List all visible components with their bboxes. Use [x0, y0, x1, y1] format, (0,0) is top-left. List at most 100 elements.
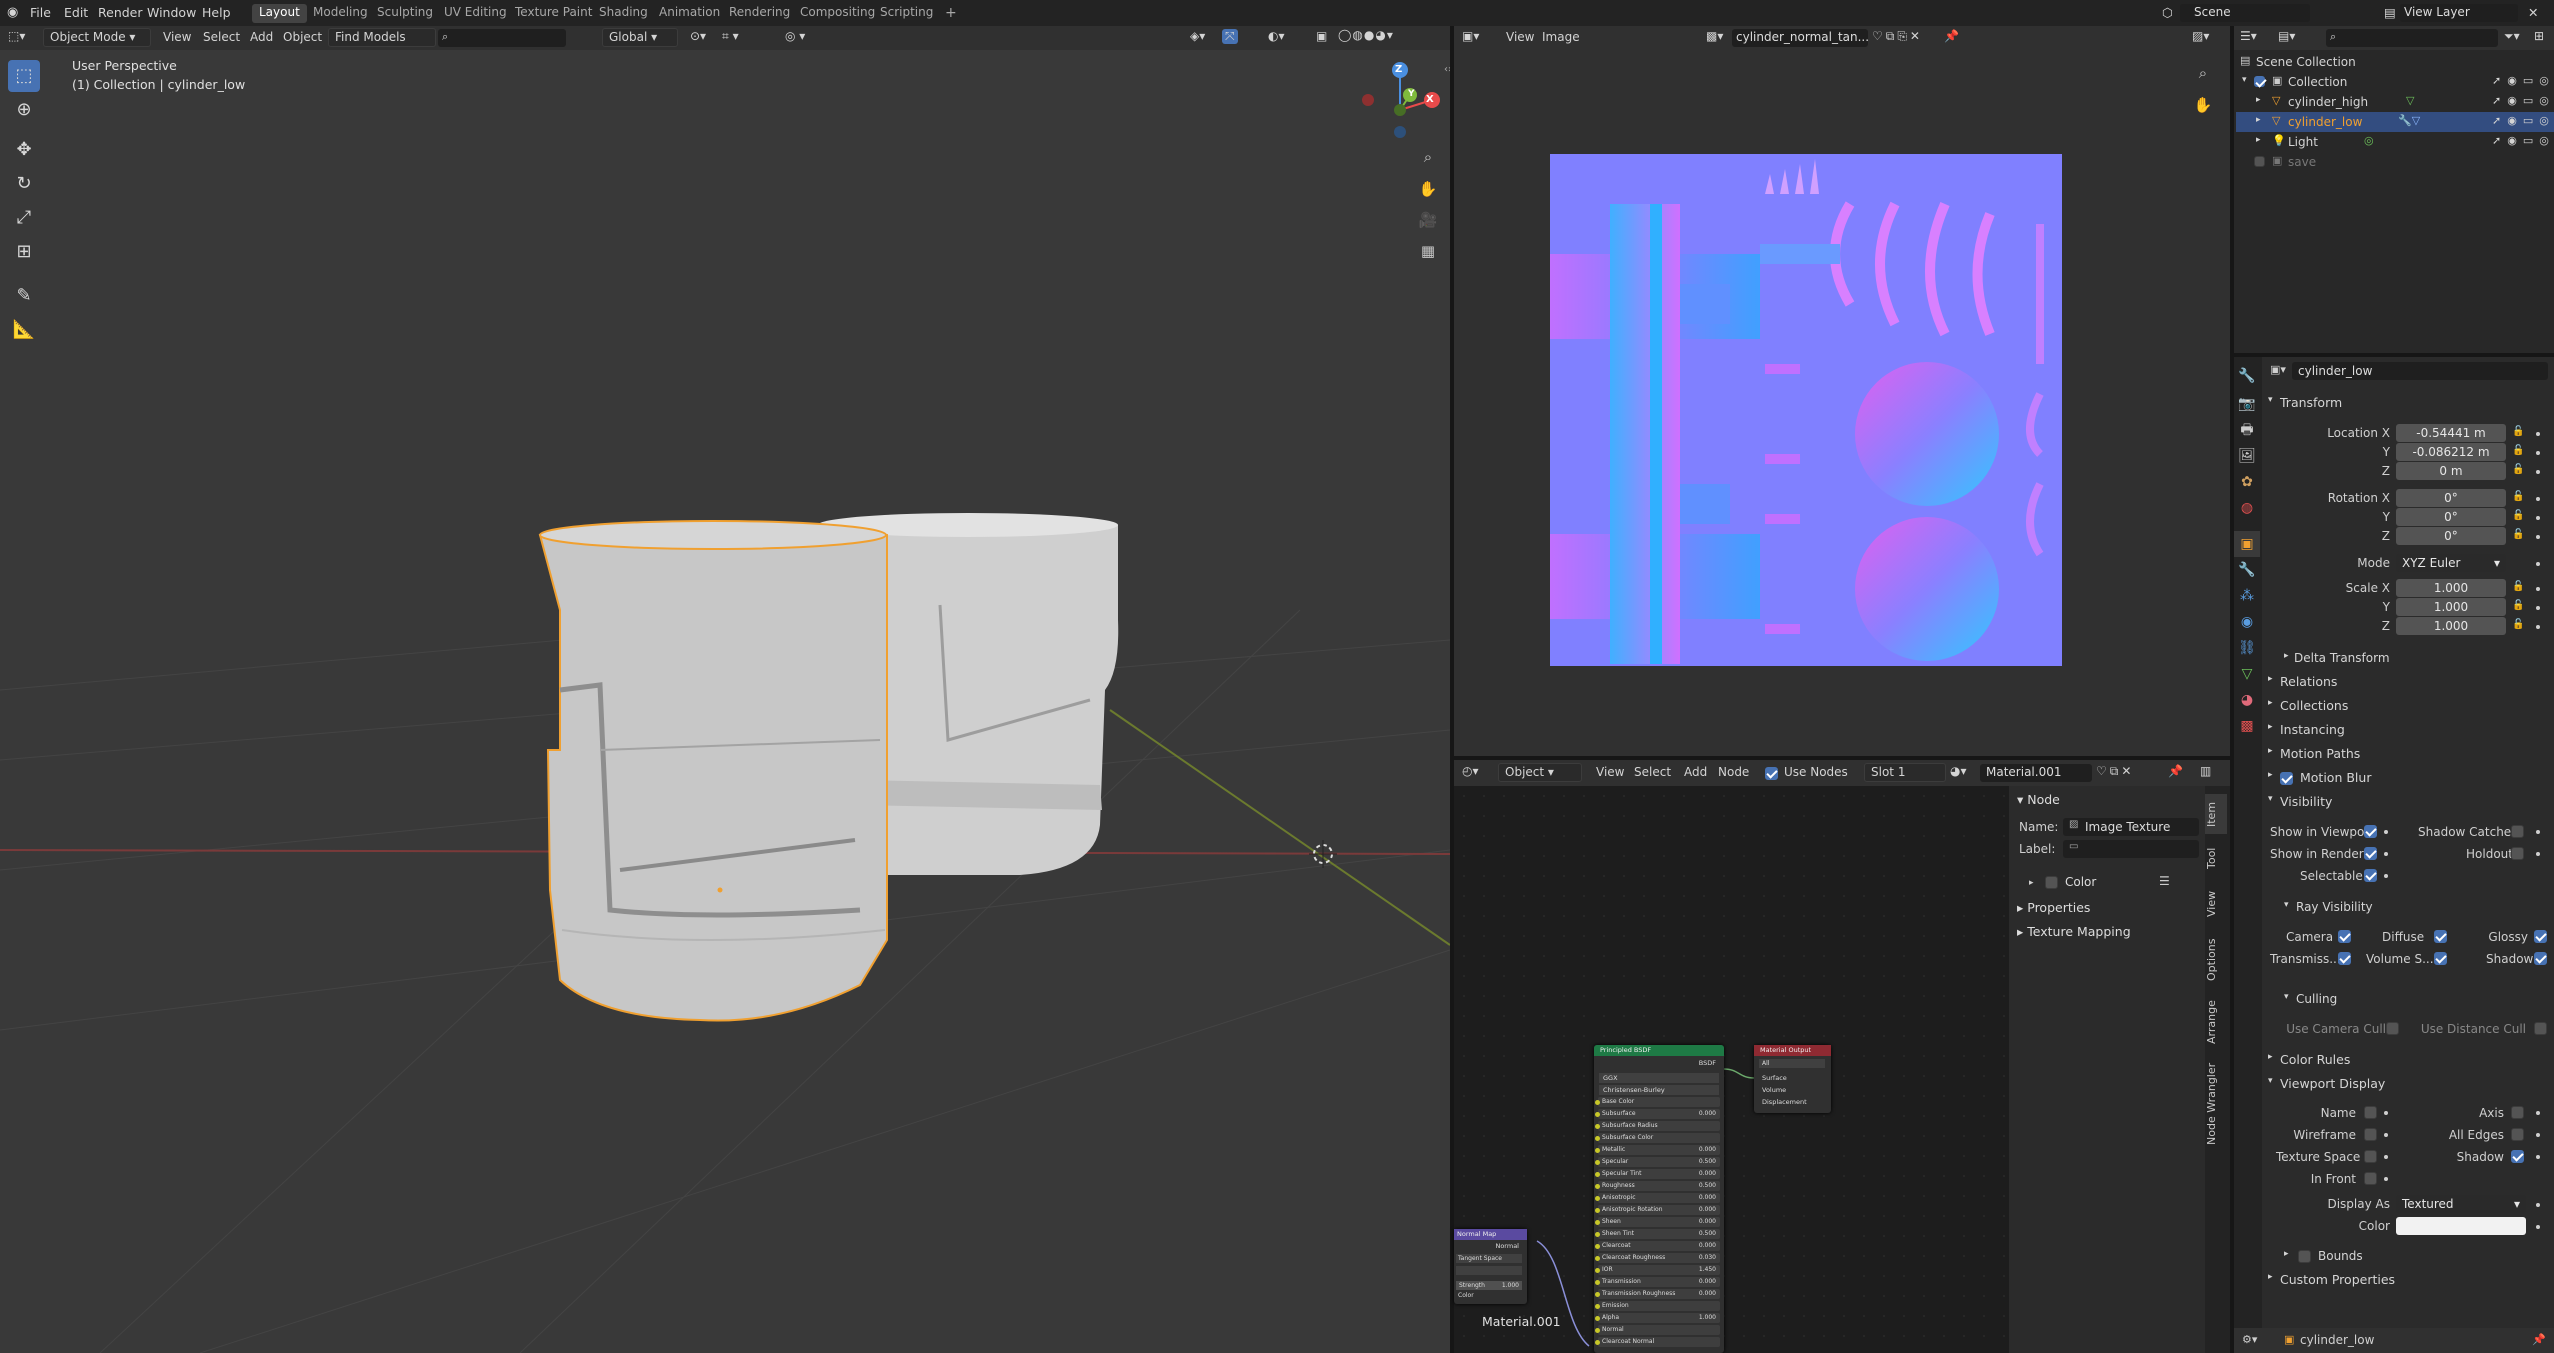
- texture-tab-icon[interactable]: ▩: [2234, 713, 2260, 739]
- world-tab-icon[interactable]: ◍: [2234, 495, 2260, 521]
- node-panel-header[interactable]: ▾ Node: [2017, 792, 2060, 807]
- select-box-tool[interactable]: ⬚: [8, 60, 40, 92]
- slot-dropdown[interactable]: Slot 1: [1864, 763, 1946, 782]
- cylinder-high-visibility-icons[interactable]: ➚◉▭◎: [2492, 94, 2554, 107]
- vtab-arrange[interactable]: Arrange: [2205, 994, 2227, 1050]
- bsdf-input-row[interactable]: Transmission 0.000: [1595, 1277, 1720, 1287]
- node-menu-add[interactable]: Add: [1684, 765, 1707, 779]
- outliner-scene-collection[interactable]: ▤ Scene Collection: [2236, 52, 2554, 72]
- filter-icon[interactable]: ⏷▾: [2504, 29, 2520, 44]
- distance-cull-checkbox[interactable]: [2534, 1022, 2547, 1035]
- socket-icon[interactable]: [1595, 1184, 1600, 1189]
- rotation-y-field[interactable]: 0°: [2396, 508, 2506, 526]
- keyframe-dot-icon[interactable]: [2536, 852, 2540, 856]
- cursor-tool[interactable]: ⊕: [8, 94, 40, 126]
- material-actions-icon[interactable]: ♡⧉✕: [2096, 764, 2134, 779]
- pin-icon[interactable]: 📌: [1944, 29, 1959, 43]
- visibility-section-header[interactable]: ▾ Visibility: [2262, 791, 2554, 813]
- menu-help[interactable]: Help: [202, 5, 231, 20]
- overlays-icon[interactable]: ◐▾: [1268, 29, 1285, 43]
- socket-icon[interactable]: [1595, 1100, 1600, 1105]
- lock-scale-z-icon[interactable]: 🔓: [2512, 619, 2524, 630]
- keyframe-dot-icon[interactable]: [2384, 852, 2388, 856]
- location-x-field[interactable]: -0.54441 m: [2396, 424, 2506, 442]
- light-visibility-icons[interactable]: ➚◉▭◎: [2492, 134, 2554, 147]
- keyframe-dot-icon[interactable]: [2536, 497, 2540, 501]
- bsdf-input-row[interactable]: Clearcoat Normal: [1595, 1337, 1720, 1347]
- keyframe-dot-icon[interactable]: [2384, 1111, 2388, 1115]
- object-tab-icon[interactable]: ▣: [2234, 531, 2260, 557]
- material-tab-icon[interactable]: ◕: [2234, 687, 2260, 713]
- bsdf-input-row[interactable]: Roughness 0.500: [1595, 1181, 1720, 1191]
- socket-icon[interactable]: [1595, 1304, 1600, 1309]
- wireframe-checkbox[interactable]: [2364, 1128, 2377, 1141]
- keyframe-dot-icon[interactable]: [2536, 535, 2540, 539]
- viewport-menu-select[interactable]: Select: [203, 30, 240, 44]
- menu-file[interactable]: File: [30, 5, 51, 20]
- socket-icon[interactable]: [1595, 1328, 1600, 1333]
- bsdf-input-row[interactable]: Metallic 0.000: [1595, 1145, 1720, 1155]
- bsdf-input-row[interactable]: Subsurface Radius: [1595, 1121, 1720, 1131]
- camera-checkbox[interactable]: [2338, 930, 2351, 943]
- viewport-menu-add[interactable]: Add: [250, 30, 273, 44]
- keyframe-dot-icon[interactable]: [2384, 874, 2388, 878]
- normal-map-node[interactable]: Normal Map Normal Tangent Space Strength…: [1454, 1229, 1527, 1304]
- keyframe-dot-icon[interactable]: [2536, 625, 2540, 629]
- physics-tab-icon[interactable]: ◉: [2234, 609, 2260, 635]
- use-nodes-checkbox[interactable]: [1765, 767, 1778, 780]
- keyframe-dot-icon[interactable]: [2384, 1177, 2388, 1181]
- scene-selector[interactable]: Scene: [2180, 4, 2310, 22]
- zoom-icon[interactable]: ⌕: [1413, 142, 1443, 172]
- transform-section-header[interactable]: ▾ Transform: [2262, 392, 2554, 414]
- rotate-tool[interactable]: ↻: [8, 168, 40, 200]
- bsdf-input-row[interactable]: Subsurface Color: [1595, 1133, 1720, 1143]
- bsdf-input-row[interactable]: Normal: [1595, 1325, 1720, 1335]
- node-editor-type-icon[interactable]: ◴▾: [1462, 764, 1479, 778]
- collection-expand-icon[interactable]: ▾: [2242, 75, 2247, 85]
- xray-icon[interactable]: ▣: [1316, 29, 1327, 43]
- lock-rotation-x-icon[interactable]: 🔓: [2512, 491, 2524, 502]
- proportional-edit-icon[interactable]: ◎ ▾: [785, 29, 805, 43]
- object-name-field[interactable]: cylinder_low: [2292, 362, 2548, 380]
- cylinder-low-expand-icon[interactable]: ▸: [2256, 115, 2261, 125]
- glossy-checkbox[interactable]: [2534, 930, 2547, 943]
- bounds-header[interactable]: ▸ Bounds: [2262, 1245, 2554, 1267]
- outliner-item-light[interactable]: ▸ 💡 Light ◎ ➚◉▭◎: [2236, 132, 2554, 152]
- image-zoom-icon[interactable]: ⌕: [2188, 58, 2218, 88]
- socket-icon[interactable]: [1595, 1220, 1600, 1225]
- new-collection-icon[interactable]: ⊞: [2534, 29, 2544, 43]
- image-editor-canvas[interactable]: ⌕ ✋: [1454, 50, 2230, 756]
- bounds-checkbox[interactable]: [2298, 1250, 2311, 1263]
- cylinder-low-visibility-icons[interactable]: ➚◉▭◎: [2492, 114, 2554, 127]
- node-name-field[interactable]: ▨ Image Texture: [2063, 818, 2199, 836]
- image-editor-type-icon[interactable]: ▣▾: [1462, 29, 1479, 43]
- normal-node-uv[interactable]: [1456, 1266, 1522, 1275]
- tab-layout[interactable]: Layout: [252, 4, 307, 23]
- bsdf-input-row[interactable]: Transmission Roughness 0.000: [1595, 1289, 1720, 1299]
- holdout-checkbox[interactable]: [2511, 847, 2524, 860]
- bsdf-distribution[interactable]: GGX: [1599, 1073, 1719, 1083]
- socket-icon[interactable]: [1595, 1112, 1600, 1117]
- image-pan-icon[interactable]: ✋: [2188, 90, 2218, 120]
- bsdf-input-row[interactable]: Alpha 1.000: [1595, 1313, 1720, 1323]
- custom-properties-section-header[interactable]: ▸ Custom Properties: [2262, 1269, 2554, 1291]
- bsdf-input-row[interactable]: Sheen 0.000: [1595, 1217, 1720, 1227]
- color-expand-icon[interactable]: ▸: [2029, 878, 2034, 888]
- principled-bsdf-node[interactable]: Principled BSDF BSDF GGX Christensen-Bur…: [1594, 1045, 1724, 1353]
- output-target[interactable]: All: [1759, 1059, 1825, 1068]
- color-rules-section-header[interactable]: ▸ Color Rules: [2262, 1049, 2554, 1071]
- outliner-item-save[interactable]: ▣ save: [2236, 152, 2554, 172]
- color-checkbox[interactable]: [2045, 876, 2058, 889]
- vtab-tool[interactable]: Tool: [2205, 838, 2227, 878]
- color-list-icon[interactable]: ☰: [2159, 874, 2170, 888]
- bsdf-input-row[interactable]: Anisotropic 0.000: [1595, 1193, 1720, 1203]
- show-viewports-checkbox[interactable]: [2364, 825, 2377, 838]
- rotation-mode-dropdown[interactable]: XYZ Euler ▾: [2396, 554, 2506, 572]
- outliner-display-icon[interactable]: ▤▾: [2278, 29, 2295, 43]
- lock-location-z-icon[interactable]: 🔓: [2512, 464, 2524, 475]
- node-pin-icon[interactable]: 📌: [2168, 764, 2183, 778]
- tab-shading[interactable]: Shading: [592, 4, 655, 23]
- add-workspace-icon[interactable]: +: [938, 4, 964, 23]
- normal-node-space[interactable]: Tangent Space: [1456, 1254, 1522, 1263]
- socket-icon[interactable]: [1595, 1160, 1600, 1165]
